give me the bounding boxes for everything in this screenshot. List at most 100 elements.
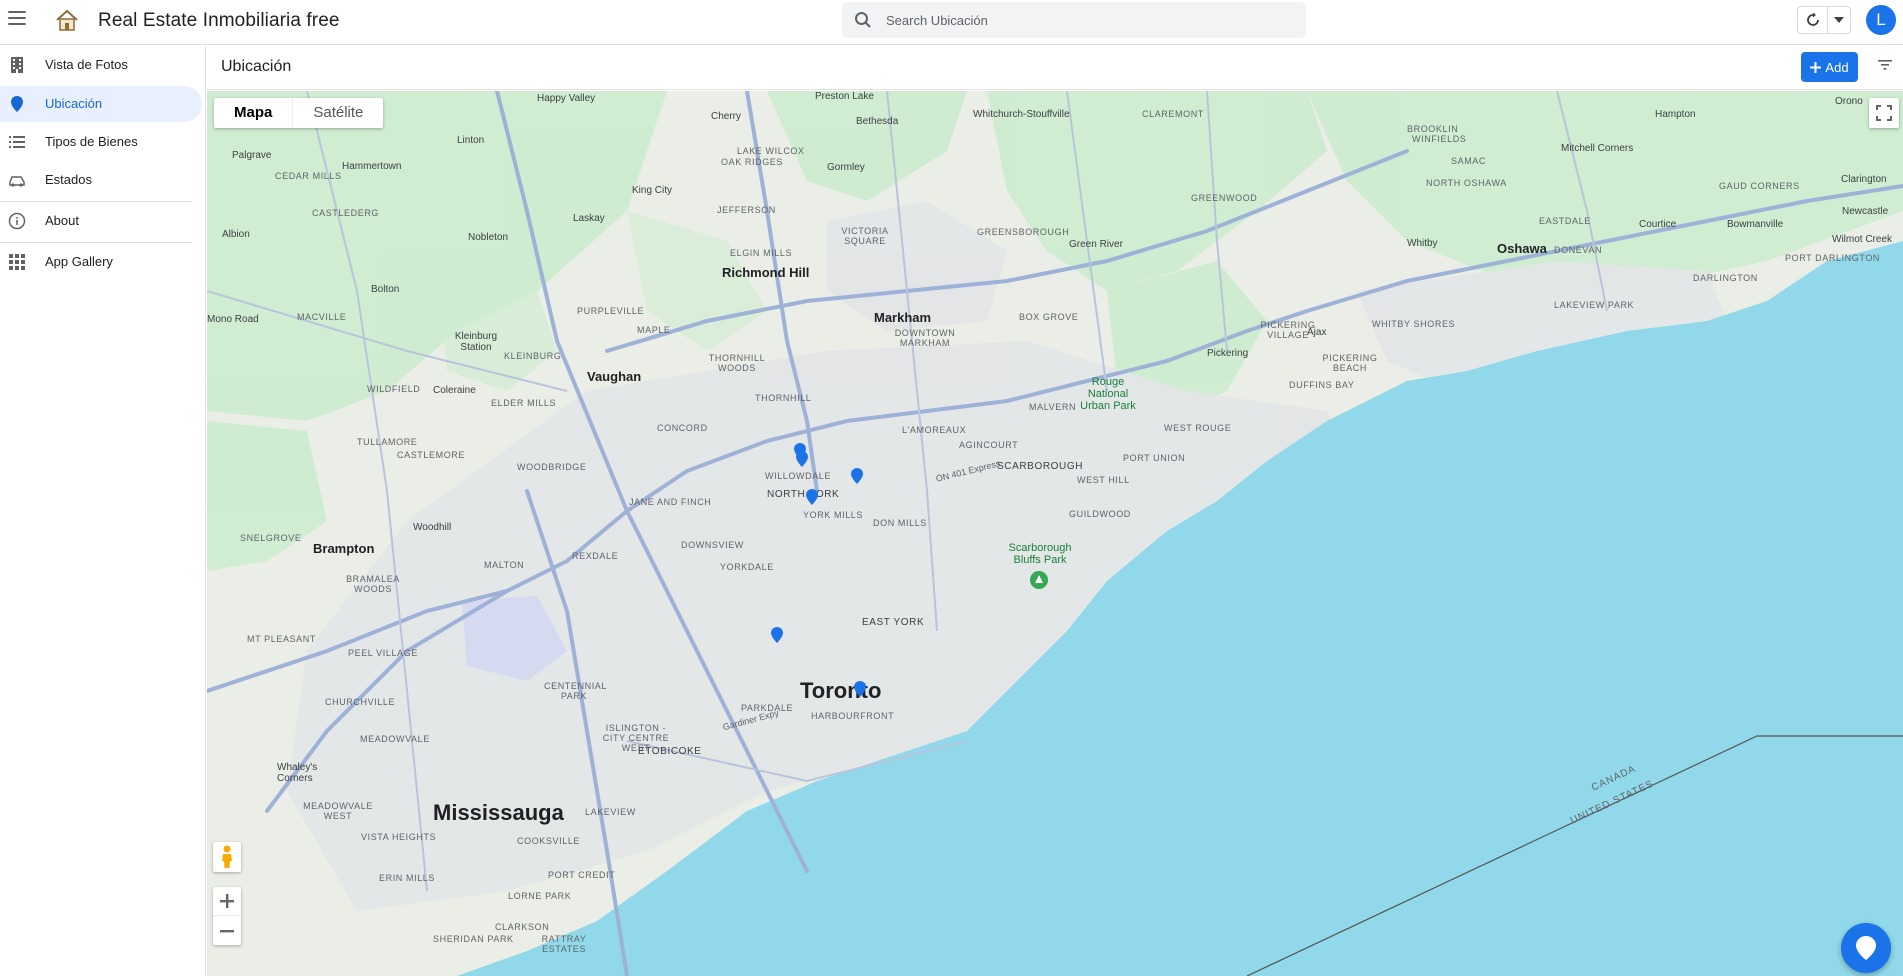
- map-label: DUFFINS BAY: [1289, 380, 1355, 390]
- map-label: WOODBRIDGE: [517, 462, 587, 472]
- info-icon: [8, 212, 26, 230]
- map-label: Hammertown: [342, 161, 402, 172]
- map-label: HARBOURFRONT: [811, 711, 895, 721]
- map-label: Vaughan: [587, 369, 642, 384]
- locate-fab-button[interactable]: [1841, 923, 1891, 973]
- map-label: Markham: [874, 310, 932, 325]
- street-view-pegman[interactable]: [213, 842, 241, 872]
- status-car-icon: [9, 176, 25, 187]
- map-label: PURPLEVILLE: [577, 306, 645, 316]
- map-label: Gormley: [827, 162, 865, 173]
- map-label: WINFIELDS: [1412, 134, 1467, 144]
- avatar[interactable]: L: [1866, 5, 1896, 35]
- map-label: MEADOWVALE WEST: [303, 801, 373, 821]
- add-button-label: Add: [1825, 59, 1849, 75]
- map-label: LAKEVIEW PARK: [1554, 300, 1635, 310]
- page-title: Ubicación: [221, 58, 292, 75]
- sidebar-item-tipos-de-bienes[interactable]: Tipos de Bienes: [0, 124, 202, 160]
- map-label: YORK MILLS: [803, 510, 864, 520]
- map-label: NORTH OSHAWA: [1426, 178, 1507, 188]
- map-label: GREENSBOROUGH: [977, 227, 1070, 237]
- add-button[interactable]: Add: [1801, 52, 1858, 82]
- map-label: Cherry: [711, 111, 742, 122]
- map-label: OAK RIDGES: [721, 157, 784, 167]
- map-label: Toronto: [800, 678, 882, 703]
- map-label: WILDFIELD: [367, 384, 421, 394]
- search-input[interactable]: [886, 2, 1286, 38]
- map-label: BOX GROVE: [1019, 312, 1079, 322]
- map-label: Bethesda: [856, 116, 899, 127]
- map-label: Courtice: [1639, 219, 1677, 230]
- map-label: MEADOWVALE: [360, 734, 430, 744]
- zoom-in-button[interactable]: [213, 887, 241, 916]
- map-label: DOWNSVIEW: [681, 540, 744, 550]
- map-label: Whaley's Corners: [277, 762, 318, 784]
- map-label: PORT DARLINGTON: [1785, 253, 1881, 263]
- fullscreen-icon: [1876, 105, 1892, 121]
- property-pin[interactable]: [771, 627, 783, 643]
- map-label: CASTLEMORE: [397, 450, 466, 460]
- map-label: MAPLE: [637, 325, 671, 335]
- list-icon: [9, 136, 25, 148]
- apps-grid-icon: [9, 254, 25, 270]
- map-label: Oshawa: [1497, 241, 1547, 256]
- map-label: Mitchell Corners: [1561, 143, 1634, 154]
- menu-icon[interactable]: [8, 11, 26, 25]
- sidebar-item-app-gallery[interactable]: App Gallery: [0, 244, 202, 280]
- map-type-control: Mapa Satélite: [214, 98, 384, 128]
- filter-icon[interactable]: [1878, 60, 1892, 70]
- map-label: SCARBOROUGH: [997, 461, 1084, 472]
- divider: [0, 242, 192, 243]
- map-label: Clarington: [1841, 174, 1887, 185]
- map-label: ETOBICOKE: [638, 746, 702, 757]
- map-label: Bowmanville: [1727, 219, 1784, 230]
- property-pin[interactable]: [854, 681, 866, 697]
- map-label: COOKSVILLE: [517, 836, 581, 846]
- map-type-map-button[interactable]: Mapa: [214, 98, 292, 128]
- property-pin[interactable]: [806, 489, 818, 505]
- map-label: CEDAR MILLS: [275, 171, 342, 181]
- map-label: Bolton: [371, 284, 400, 295]
- plus-icon: [1810, 61, 1822, 73]
- map-label: Palgrave: [232, 150, 272, 161]
- map-label: Brampton: [313, 541, 375, 556]
- map-label: Laskay: [573, 213, 605, 224]
- map-label: SAMAC: [1451, 156, 1487, 166]
- sidebar-item-label: Ubicación: [45, 96, 103, 111]
- map-label: Rouge National Urban Park: [1080, 376, 1136, 412]
- map-label: DOWNTOWN MARKHAM: [894, 328, 956, 348]
- map-label: Wilmot Creek: [1832, 234, 1893, 245]
- home-icon[interactable]: [54, 8, 80, 32]
- sidebar-item-label: Tipos de Bienes: [45, 134, 138, 149]
- property-pin[interactable]: [796, 451, 808, 467]
- sidebar-item-estados[interactable]: Estados: [0, 162, 202, 198]
- map-view[interactable]: Happy Valley Preston Lake Cherry Bethesd…: [207, 91, 1903, 976]
- map-label: GAUD CORNERS: [1719, 181, 1800, 191]
- map-label: AGINCOURT: [959, 440, 1019, 450]
- fullscreen-button[interactable]: [1869, 98, 1899, 128]
- search-box[interactable]: [842, 2, 1306, 38]
- map-label: ELDER MILLS: [491, 398, 557, 408]
- sync-icon: [1806, 12, 1819, 26]
- top-app-bar: Real Estate Inmobiliaria free L: [0, 0, 1903, 45]
- map-label: THORNHILL: [755, 393, 812, 403]
- map-label: Albion: [222, 229, 250, 240]
- sidebar-item-about[interactable]: About: [0, 203, 202, 239]
- map-label: THORNHILL WOODS: [708, 353, 766, 373]
- map-label: YORKDALE: [720, 562, 774, 572]
- map-label: WHITBY SHORES: [1372, 319, 1456, 329]
- property-pin[interactable]: [851, 468, 863, 484]
- sync-dropdown-button[interactable]: [1828, 7, 1850, 33]
- sync-button[interactable]: [1798, 7, 1828, 33]
- sidebar-item-vista-de-fotos[interactable]: Vista de Fotos: [0, 47, 202, 83]
- map-type-satellite-button[interactable]: Satélite: [292, 98, 383, 128]
- map-label: Mississauga: [433, 800, 564, 825]
- map-label: CONCORD: [657, 423, 708, 433]
- map-label: CLAREMONT: [1142, 109, 1204, 119]
- zoom-out-button[interactable]: [213, 916, 241, 945]
- map-label: RATTRAY ESTATES: [541, 934, 587, 954]
- sidebar-item-ubicacion[interactable]: Ubicación: [0, 86, 202, 122]
- map-label: EAST YORK: [862, 617, 925, 628]
- map-label: PICKERING BEACH: [1322, 353, 1378, 373]
- minus-icon: [220, 929, 234, 932]
